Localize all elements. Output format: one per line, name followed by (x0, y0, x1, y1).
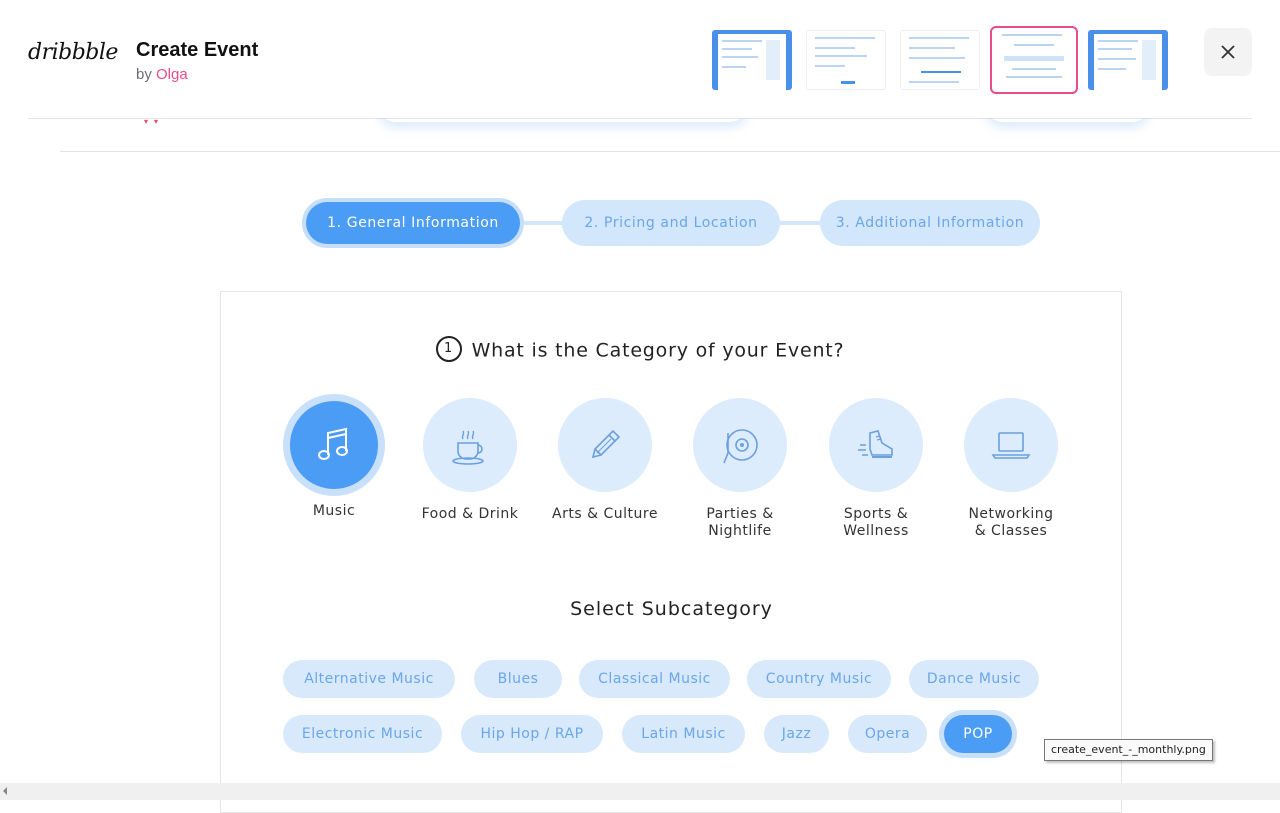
subcategory-title: Select Subcategory (570, 598, 773, 620)
subcategory-chip-pop[interactable]: POP (944, 715, 1012, 753)
subcategory-chip-alternative-music[interactable]: Alternative Music (283, 660, 455, 698)
filename-tooltip: create_event_-_monthly.png (1044, 739, 1213, 761)
laptop-icon (991, 432, 1031, 459)
subcategory-chip-jazz[interactable]: Jazz (764, 715, 829, 753)
thumbnail-5[interactable] (1088, 30, 1168, 90)
step-pricing-and-location[interactable]: 2. Pricing and Location (562, 200, 780, 246)
category-sports-wellness[interactable]: Sports & Wellness (806, 398, 946, 540)
category-question: 1 What is the Category of your Event? (0, 336, 1280, 364)
category-label-line2: Wellness (843, 523, 909, 539)
close-button[interactable] (1204, 28, 1252, 76)
question-title: What is the Category of your Event? (471, 339, 845, 362)
music-note-icon (318, 427, 348, 460)
category-label-line1: Networking (968, 506, 1054, 522)
category-label-line1: Sports & (843, 506, 909, 522)
subcategory-chip-blues[interactable]: Blues (474, 660, 562, 698)
category-label-line1: Parties & (706, 506, 774, 522)
close-icon (1221, 45, 1235, 59)
page-divider (60, 151, 1280, 152)
horizontal-scrollbar[interactable] (0, 783, 1280, 800)
thumbnail-4-current[interactable] (990, 26, 1078, 94)
thumbnail-3[interactable] (900, 30, 980, 90)
sneaker-icon (858, 430, 893, 458)
subcategory-chip-latin-music[interactable]: Latin Music (622, 715, 745, 753)
subcategory-chip-electronic-music[interactable]: Electronic Music (283, 715, 442, 753)
dribbble-logo[interactable]: dribbble (28, 40, 118, 65)
subcategory-chip-dance-music[interactable]: Dance Music (909, 660, 1039, 698)
category-label: Sports & Wellness (806, 506, 946, 540)
cropped-decoration: ▾▾ (144, 117, 165, 126)
shot-header: dribbble Create Event by Olga (0, 0, 1280, 118)
subcategory-chip-opera[interactable]: Opera (848, 715, 927, 753)
vinyl-record-icon (723, 429, 758, 464)
scroll-left-arrow-icon[interactable] (3, 787, 7, 795)
shot-title: Create Event (136, 39, 259, 61)
thumbnail-1[interactable] (712, 30, 792, 90)
thumbnail-2[interactable] (806, 30, 886, 90)
subcategory-chip-hip-hop-rap[interactable]: Hip Hop / RAP (461, 715, 603, 753)
category-music[interactable]: Music (264, 398, 404, 520)
question-number: 1 (435, 336, 462, 362)
category-label: Arts & Culture (552, 506, 658, 522)
author-link[interactable]: Olga (156, 66, 188, 83)
step-connector (778, 221, 824, 225)
category-label: Music (312, 503, 356, 519)
step-additional-information[interactable]: 3. Additional Information (820, 200, 1040, 246)
subcategory-chip-country-music[interactable]: Country Music (747, 660, 891, 698)
category-label-line2: & Classes (974, 523, 1048, 539)
category-label-line2: Nightlife (708, 523, 772, 539)
subcategory-chip-classical-music[interactable]: Classical Music (579, 660, 730, 698)
coffee-cup-icon (452, 430, 484, 465)
pencil-icon (591, 429, 621, 459)
category-arts-culture[interactable]: Arts & Culture (535, 398, 675, 523)
category-label: Parties & Nightlife (670, 506, 810, 540)
category-food-drink[interactable]: Food & Drink (400, 398, 540, 523)
category-label: Networking & Classes (941, 506, 1081, 540)
category-networking-classes[interactable]: Networking & Classes (941, 398, 1081, 540)
byline-prefix: by (136, 66, 152, 83)
category-label: Food & Drink (421, 506, 519, 522)
category-parties-nightlife[interactable]: Parties & Nightlife (670, 398, 810, 540)
step-connector (520, 221, 566, 225)
shot-byline: by Olga (136, 66, 188, 83)
step-general-information[interactable]: 1. General Information (306, 202, 520, 244)
